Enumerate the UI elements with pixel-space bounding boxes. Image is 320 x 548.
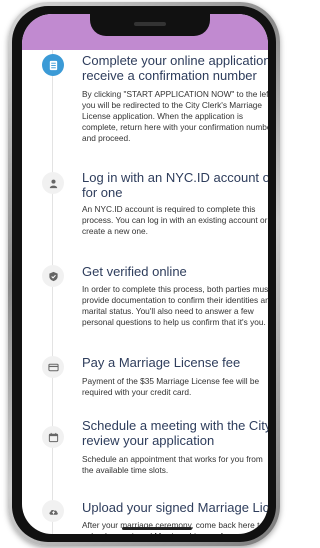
step-title: Complete your online application andrece… xyxy=(82,53,268,83)
cloud-upload-icon xyxy=(42,500,64,522)
step-title: Schedule a meeting with the City Clerk t… xyxy=(82,418,268,448)
step-title: Upload your signed Marriage License xyxy=(82,500,268,515)
shield-check-icon xyxy=(42,265,64,287)
calendar-icon xyxy=(42,426,64,448)
step-description: An NYC.ID account is required to complet… xyxy=(82,204,268,236)
phone-bezel: Complete your online application andrece… xyxy=(12,6,276,542)
steps-list: Complete your online application andrece… xyxy=(22,14,268,534)
phone-screen: Complete your online application andrece… xyxy=(22,14,268,534)
step-title: Pay a Marriage License fee xyxy=(82,355,241,370)
speaker-grille xyxy=(134,22,166,26)
step-title: Log in with an NYC.ID account or applyfo… xyxy=(82,170,268,200)
home-indicator xyxy=(122,527,192,530)
phone-notch xyxy=(90,14,210,36)
person-icon xyxy=(42,172,64,194)
credit-card-icon xyxy=(42,356,64,378)
phone-frame: Complete your online application andrece… xyxy=(8,2,280,546)
form-icon xyxy=(42,54,64,76)
step-description: Schedule an appointment that works for y… xyxy=(82,454,263,475)
step-description: In order to complete this process, both … xyxy=(82,284,268,327)
step-title: Get verified online xyxy=(82,264,187,279)
step-description: By clicking "START APPLICATION NOW" to t… xyxy=(82,89,268,143)
step-description: Payment of the $35 Marriage License fee … xyxy=(82,376,260,397)
